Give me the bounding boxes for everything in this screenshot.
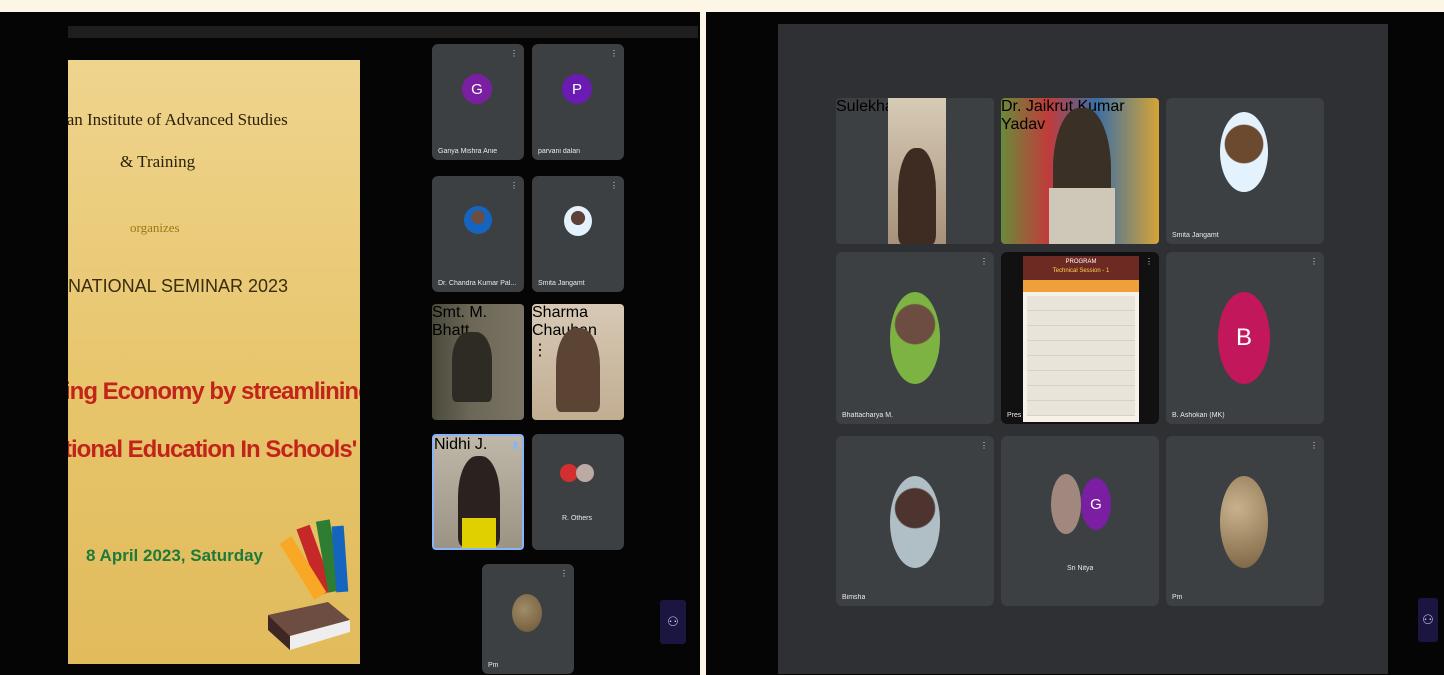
- avatar-photo: [1220, 476, 1268, 568]
- participant-tile-1[interactable]: G ⋮ Ganya Mishra Anie: [432, 44, 524, 160]
- video-frame: [888, 98, 946, 244]
- more-icon: ⋮: [1145, 257, 1153, 266]
- participant-tile-r6[interactable]: B ⋮ B. Ashokan (MK): [1166, 252, 1324, 424]
- slide-topic-line2: tional Education In Schools': [68, 436, 357, 463]
- slide-seminar: NATIONAL SEMINAR 2023: [68, 276, 289, 296]
- pin-icon[interactable]: ▮: [512, 440, 518, 451]
- participant-tile-4[interactable]: ⋮ Smita Jangamt: [532, 176, 624, 292]
- more-icon: ⋮: [560, 569, 568, 578]
- slide-title-line1: tan Institute of Advanced Studies: [68, 110, 288, 129]
- slide-topic-line1: ing Economy by streamlining: [68, 378, 360, 405]
- more-icon: ⋮: [980, 257, 988, 266]
- participant-tile-2[interactable]: P ⋮ parvani dalan: [532, 44, 624, 160]
- slide-title-line2: & Training: [120, 152, 196, 171]
- top-bar: [68, 26, 698, 38]
- more-icon: ⋮: [1310, 441, 1318, 450]
- participant-name: Bimsha: [842, 594, 866, 601]
- avatar-initial: P: [562, 74, 592, 104]
- participant-name: Smita Jangamt: [1172, 232, 1219, 239]
- slide-organizes: organizes: [130, 220, 180, 235]
- more-icon: ⋮: [610, 49, 618, 58]
- books-illustration: [268, 519, 350, 650]
- avatar-photo: [890, 476, 940, 568]
- person-silhouette: [556, 328, 600, 412]
- person-silhouette: [898, 148, 936, 244]
- people-icon[interactable]: ⚇: [660, 600, 686, 644]
- participant-tile-r4[interactable]: ⋮ Bhattacharya M.: [836, 252, 994, 424]
- right-meeting-window: Sulekha Singh Dr. Jaikrut Kumar Yadav Sm…: [706, 12, 1444, 675]
- participant-name: parvani dalan: [538, 148, 581, 155]
- participant-tile-r5[interactable]: PROGRAM Technical Session - 1 ⋮ Presenta…: [1001, 252, 1159, 424]
- participant-video-5[interactable]: Smt. M. Bhatt: [432, 304, 524, 420]
- participant-video-6[interactable]: Sharma Chauhan ⋮: [532, 304, 624, 420]
- shirt: [1049, 188, 1115, 244]
- slide-date: 8 April 2023, Saturday: [86, 546, 264, 565]
- participant-tile-8[interactable]: R. Others: [532, 434, 624, 550]
- avatar-initial: B: [1218, 292, 1270, 384]
- participant-name: Nidhi J.: [434, 436, 488, 453]
- participant-name: Ganya Mishra Anie: [438, 148, 498, 155]
- participant-name: R. Others: [562, 515, 592, 522]
- more-icon: ⋮: [510, 49, 518, 58]
- avatar-photo: [890, 292, 940, 384]
- participant-video-7[interactable]: ▮ Nidhi J.: [432, 434, 524, 550]
- participant-tile-r9[interactable]: ⋮ Pm: [1166, 436, 1324, 606]
- avatar-photo: [1051, 474, 1081, 534]
- participant-tile-r8[interactable]: G Sri Nitya: [1001, 436, 1159, 606]
- participant-name: Sri Nitya: [1067, 565, 1094, 572]
- more-icon: ⋮: [610, 181, 618, 190]
- participant-tile-r7[interactable]: ⋮ Bimsha: [836, 436, 994, 606]
- participant-tile-r3[interactable]: Smita Jangamt: [1166, 98, 1324, 244]
- more-icon: ⋮: [980, 441, 988, 450]
- more-icon: ⋮: [510, 181, 518, 190]
- participant-name: Dr. Chandra Kumar Pal...: [438, 280, 517, 287]
- participant-video-r1[interactable]: Sulekha Singh: [836, 98, 994, 244]
- more-icon: ⋮: [1310, 257, 1318, 266]
- presentation-table-head: [1023, 280, 1139, 292]
- people-icon[interactable]: ⚇: [1418, 598, 1438, 642]
- participant-tile-3[interactable]: ⋮ Dr. Chandra Kumar Pal...: [432, 176, 524, 292]
- participant-name: Pm: [488, 662, 499, 669]
- presentation-header: PROGRAM Technical Session - 1: [1023, 256, 1139, 280]
- presentation-table: [1027, 296, 1135, 416]
- participant-name: Presentation: [1007, 412, 1021, 419]
- avatar-photo: [576, 464, 594, 482]
- participant-name: Smita Jangamt: [538, 280, 585, 287]
- presentation-slide: tan Institute of Advanced Studies & Trai…: [68, 60, 360, 664]
- participant-name: Bhattacharya M.: [842, 412, 893, 419]
- person-silhouette: [452, 332, 492, 402]
- avatar-photo: [564, 206, 592, 236]
- avatar-initial: G: [462, 74, 492, 104]
- participant-name: B. Ashokan (MK): [1172, 412, 1225, 419]
- left-meeting-window: tan Institute of Advanced Studies & Trai…: [0, 12, 700, 675]
- avatar-photo: [512, 594, 542, 632]
- participant-video-r2[interactable]: Dr. Jaikrut Kumar Yadav: [1001, 98, 1159, 244]
- avatar-initial: G: [1081, 478, 1111, 530]
- presentation-title: PROGRAM: [1065, 259, 1097, 265]
- participant-name: Pm: [1172, 594, 1183, 601]
- participant-tile-9[interactable]: ⋮ Pm: [482, 564, 574, 674]
- avatar-photo: [1220, 112, 1268, 192]
- shared-presentation: PROGRAM Technical Session - 1: [1023, 256, 1139, 422]
- presentation-subtitle: Technical Session - 1: [1052, 268, 1110, 274]
- shirt: [462, 518, 496, 548]
- avatar-photo: [464, 206, 492, 234]
